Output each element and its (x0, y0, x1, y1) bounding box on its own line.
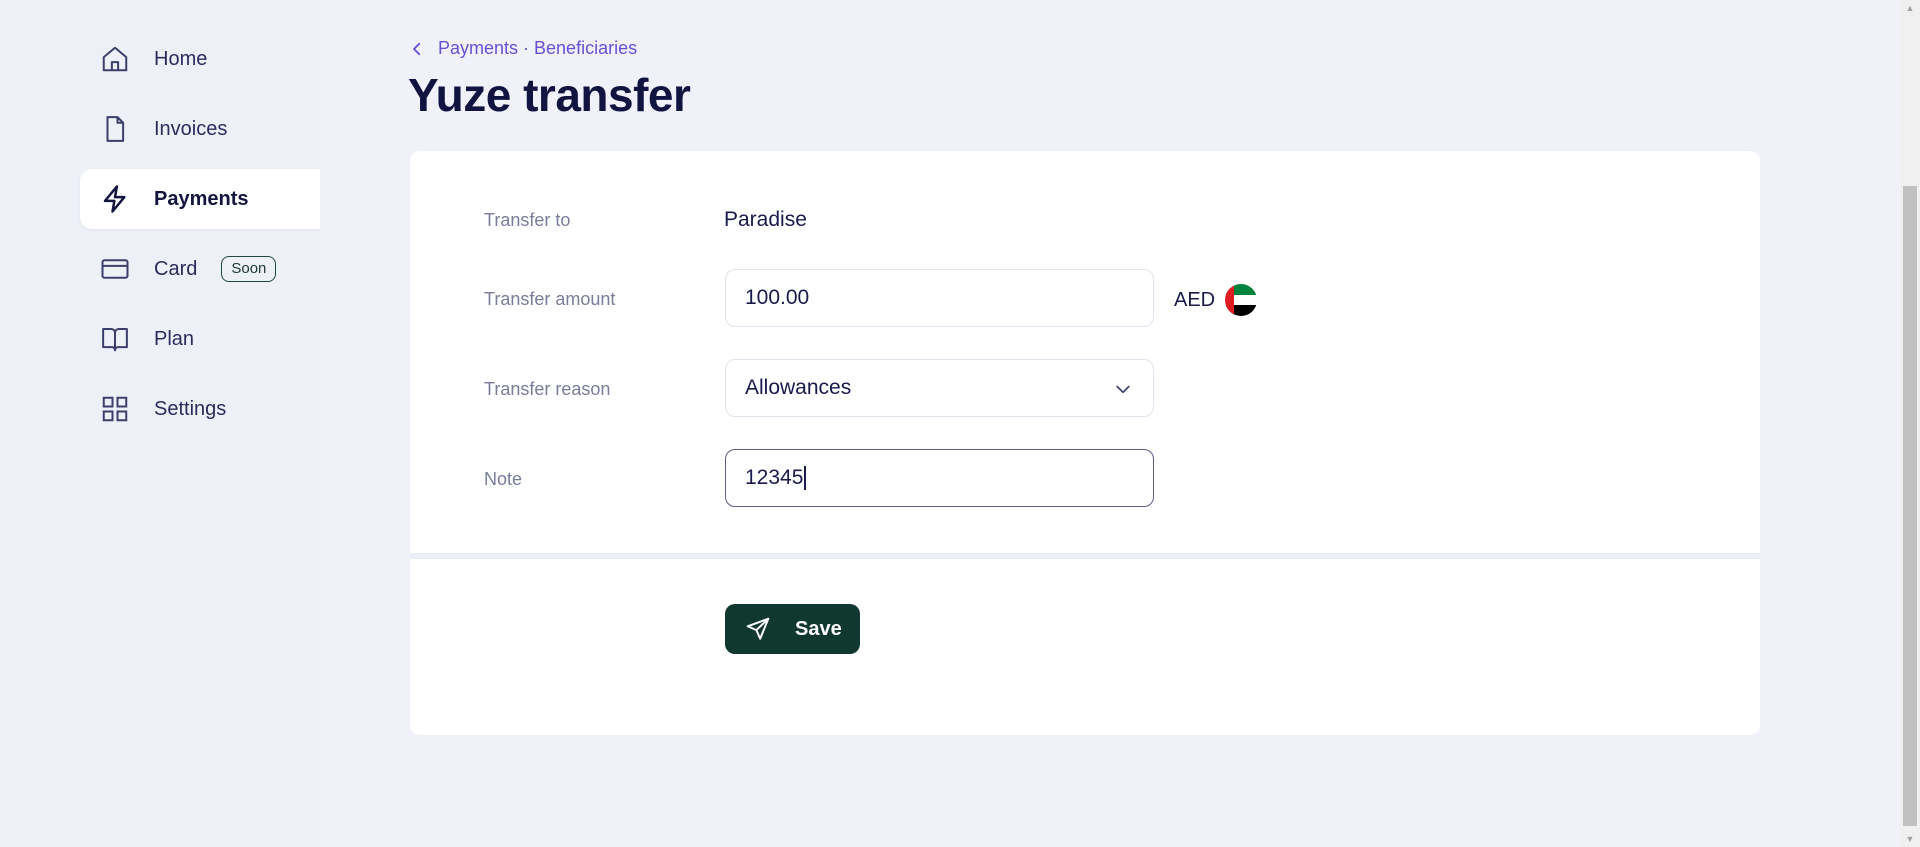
book-icon (100, 324, 130, 354)
transfer-reason-label: Transfer reason (484, 379, 611, 399)
sidebar-item-settings[interactable]: Settings (80, 379, 335, 439)
breadcrumb-text: Payments · Beneficiaries (438, 38, 638, 58)
sidebar-item-card[interactable]: Card Soon (80, 239, 335, 299)
sidebar-item-label: Payments (154, 187, 249, 210)
transfer-amount-input[interactable]: 100.00 (725, 269, 1154, 327)
sidebar-item-label: Plan (154, 327, 195, 350)
page-title: Yuze transfer (408, 69, 691, 121)
send-icon (746, 617, 770, 640)
uae-flag-icon (1225, 284, 1258, 316)
sidebar-item-label: Invoices (154, 117, 228, 140)
transfer-reason-value: Allowances (745, 376, 852, 399)
chevron-left-icon (413, 42, 421, 55)
scroll-up-arrow[interactable]: ▲ (1900, 0, 1920, 16)
breadcrumb[interactable]: Payments · Beneficiaries (408, 38, 637, 59)
note-value: 12345 (745, 466, 804, 489)
save-button[interactable]: Save (725, 604, 860, 654)
soon-badge: Soon (221, 256, 277, 282)
sidebar-item-plan[interactable]: Plan (80, 309, 335, 369)
sidebar-item-payments[interactable]: Payments (80, 169, 335, 229)
sidebar-item-label: Settings (154, 397, 227, 420)
home-icon (100, 44, 130, 74)
transfer-to-label: Transfer to (484, 210, 571, 230)
sidebar-item-home[interactable]: Home (80, 29, 335, 89)
chevron-down-icon (1116, 385, 1130, 394)
text-caret (804, 466, 806, 490)
currency-code: AED (1174, 288, 1216, 311)
note-input[interactable]: 12345 (725, 449, 1154, 507)
grid-icon (100, 394, 130, 424)
transfer-reason-select[interactable]: Allowances (725, 359, 1154, 417)
card-divider (410, 553, 1760, 559)
transfer-amount-value: 100.00 (745, 286, 810, 309)
transfer-amount-label: Transfer amount (484, 289, 616, 309)
note-label: Note (484, 469, 523, 489)
sidebar-item-invoices[interactable]: Invoices (80, 99, 335, 159)
card-icon (100, 254, 130, 284)
scroll-thumb[interactable] (1903, 186, 1917, 826)
file-icon (100, 114, 130, 144)
sidebar-item-label: Home (154, 47, 208, 70)
lightning-icon (100, 184, 130, 214)
currency-indicator: AED (1174, 284, 1258, 316)
save-button-label: Save (795, 617, 842, 640)
transfer-form-card (410, 151, 1760, 735)
transfer-to-value: Paradise (724, 208, 807, 231)
sidebar-item-label: Card (154, 257, 198, 280)
vertical-scrollbar[interactable]: ▲ ▼ (1900, 0, 1920, 847)
sidebar: Home Invoices Payments Card Soon Plan Se… (0, 0, 335, 847)
scroll-down-arrow[interactable]: ▼ (1900, 831, 1920, 847)
